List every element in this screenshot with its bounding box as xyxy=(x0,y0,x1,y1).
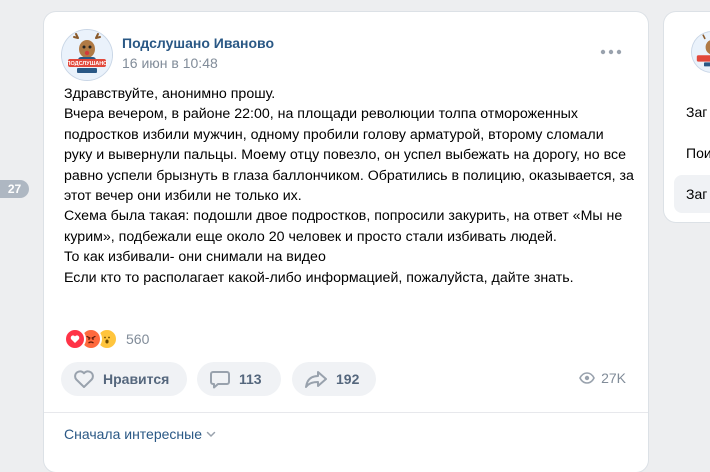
comments-count: 113 xyxy=(239,371,262,387)
post-text: Здравствуйте, анонимно прошу. Вчера вече… xyxy=(64,84,634,288)
heart-reaction-icon xyxy=(64,328,86,350)
shares-count: 192 xyxy=(336,371,360,387)
views-counter: 27K xyxy=(579,370,626,386)
post-text-line: Здравствуйте, анонимно прошу. xyxy=(64,86,276,102)
share-arrow-icon xyxy=(305,371,327,388)
sort-label: Сначала интересные xyxy=(64,426,202,442)
chevron-down-icon xyxy=(206,431,216,438)
views-count: 27K xyxy=(601,370,626,386)
like-label: Нравится xyxy=(103,371,170,387)
comments-sort-dropdown[interactable]: Сначала интересные xyxy=(64,426,216,442)
comment-button[interactable]: 113 xyxy=(197,362,281,396)
post-card: ПОДСЛУШАНО Подслушано Иваново 16 июн в 1… xyxy=(44,12,648,472)
heart-outline-icon xyxy=(74,370,94,388)
post-text-line: Вчера вечером, в районе 22:00, на площад… xyxy=(64,106,634,205)
group-name-link[interactable]: Подслушано Иваново xyxy=(122,35,274,51)
post-text-line: Если кто то располагает какой-либо инфор… xyxy=(64,269,574,286)
post-text-line: Схема была такая: подошли двое подростко… xyxy=(64,208,623,245)
side-item-1[interactable]: Заг xyxy=(686,104,707,120)
reactions-count: 560 xyxy=(126,331,150,347)
side-item-2[interactable]: Пои xyxy=(686,145,710,161)
reactions-summary[interactable]: 560 xyxy=(64,328,150,350)
side-panel: Заг Пои Заг xyxy=(664,12,710,222)
svg-text:ПОДСЛУШАНО: ПОДСЛУШАНО xyxy=(67,61,109,67)
side-item-3[interactable]: Заг xyxy=(686,186,707,202)
post-text-line: То как избивали- они снимали на видео xyxy=(64,249,326,266)
like-button[interactable]: Нравится xyxy=(61,362,187,396)
share-button[interactable]: 192 xyxy=(292,362,376,396)
comment-icon xyxy=(210,371,230,389)
side-group-avatar[interactable] xyxy=(692,32,710,72)
post-header: ПОДСЛУШАНО Подслушано Иваново 16 июн в 1… xyxy=(62,30,630,86)
comments-divider xyxy=(44,412,648,413)
eye-icon xyxy=(579,372,595,384)
post-date[interactable]: 16 июн в 10:48 xyxy=(122,55,218,71)
sidebar-counter-badge[interactable]: 27 xyxy=(0,180,29,198)
group-avatar[interactable]: ПОДСЛУШАНО xyxy=(62,30,112,80)
more-options-icon[interactable] xyxy=(598,44,624,60)
